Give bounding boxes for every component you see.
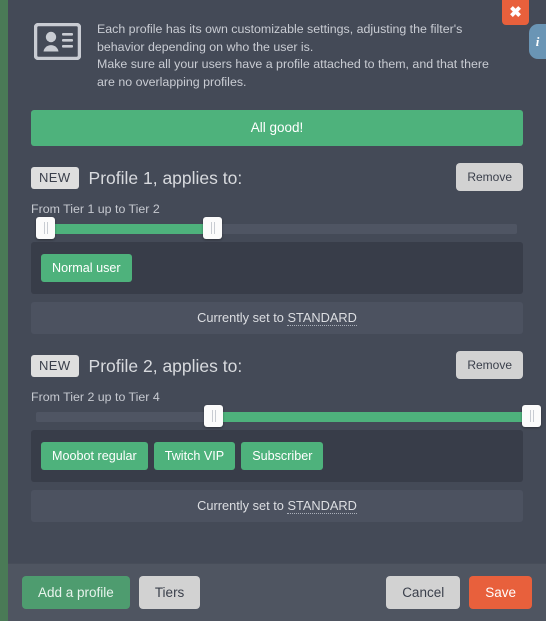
- remove-profile-button[interactable]: Remove: [456, 351, 523, 379]
- slider-handle-max[interactable]: [522, 405, 541, 427]
- profile-block-2: NEW Profile 2, applies to: Remove From T…: [31, 351, 541, 522]
- current-setting-prefix: Currently set to: [197, 310, 288, 325]
- profiles-modal: ✖ i Each profile has its own customizabl…: [8, 0, 546, 621]
- profile-header: NEW Profile 1, applies to: Remove: [31, 163, 523, 192]
- remove-profile-button[interactable]: Remove: [456, 163, 523, 191]
- info-tab-icon[interactable]: i: [529, 24, 546, 59]
- add-profile-button[interactable]: Add a profile: [22, 575, 130, 610]
- current-setting-value: STANDARD: [287, 310, 357, 326]
- tier-range-label: From Tier 2 up to Tier 4: [31, 390, 160, 404]
- profile-header: NEW Profile 2, applies to: Remove: [31, 351, 523, 380]
- slider-fill: [45, 224, 205, 234]
- profile-tags: Moobot regular Twitch VIP Subscriber: [31, 430, 523, 482]
- tier-range-slider[interactable]: [31, 217, 523, 239]
- status-banner: All good!: [31, 110, 523, 146]
- intro-line-2: Make sure all your users have a profile …: [97, 57, 489, 89]
- save-button[interactable]: Save: [469, 575, 532, 610]
- modal-body: Each profile has its own customizable se…: [8, 0, 546, 563]
- current-setting-bar[interactable]: Currently set to STANDARD: [31, 490, 523, 522]
- tag-item[interactable]: Normal user: [41, 253, 132, 283]
- profile-title: Profile 1, applies to:: [88, 167, 243, 188]
- current-setting-prefix: Currently set to: [197, 498, 288, 513]
- tag-item[interactable]: Moobot regular: [41, 441, 148, 471]
- profile-title: Profile 2, applies to:: [88, 355, 243, 376]
- slider-handle-min[interactable]: [36, 217, 55, 239]
- cancel-button[interactable]: Cancel: [386, 575, 461, 610]
- profile-block-1: NEW Profile 1, applies to: Remove From T…: [31, 163, 523, 334]
- current-setting-bar[interactable]: Currently set to STANDARD: [31, 302, 523, 334]
- tier-range-slider[interactable]: [31, 405, 541, 427]
- tag-item[interactable]: Subscriber: [241, 441, 324, 471]
- close-icon[interactable]: ✖: [502, 0, 529, 25]
- new-badge: NEW: [31, 355, 79, 377]
- tag-item[interactable]: Twitch VIP: [153, 441, 236, 471]
- intro-text: Each profile has its own customizable se…: [97, 20, 532, 91]
- slider-handle-min[interactable]: [204, 405, 223, 427]
- current-setting-value: STANDARD: [287, 498, 357, 514]
- tier-range-label: From Tier 1 up to Tier 2: [31, 202, 160, 216]
- intro-line-1: Each profile has its own customizable se…: [97, 22, 463, 54]
- modal-footer: Add a profile Tiers Cancel Save: [8, 563, 546, 621]
- slider-handle-max[interactable]: [203, 217, 222, 239]
- slider-fill: [213, 412, 535, 422]
- profile-tags: Normal user: [31, 242, 523, 294]
- new-badge: NEW: [31, 167, 79, 189]
- intro-section: Each profile has its own customizable se…: [22, 0, 532, 91]
- tiers-button[interactable]: Tiers: [138, 575, 201, 610]
- contact-card-icon: [33, 22, 82, 61]
